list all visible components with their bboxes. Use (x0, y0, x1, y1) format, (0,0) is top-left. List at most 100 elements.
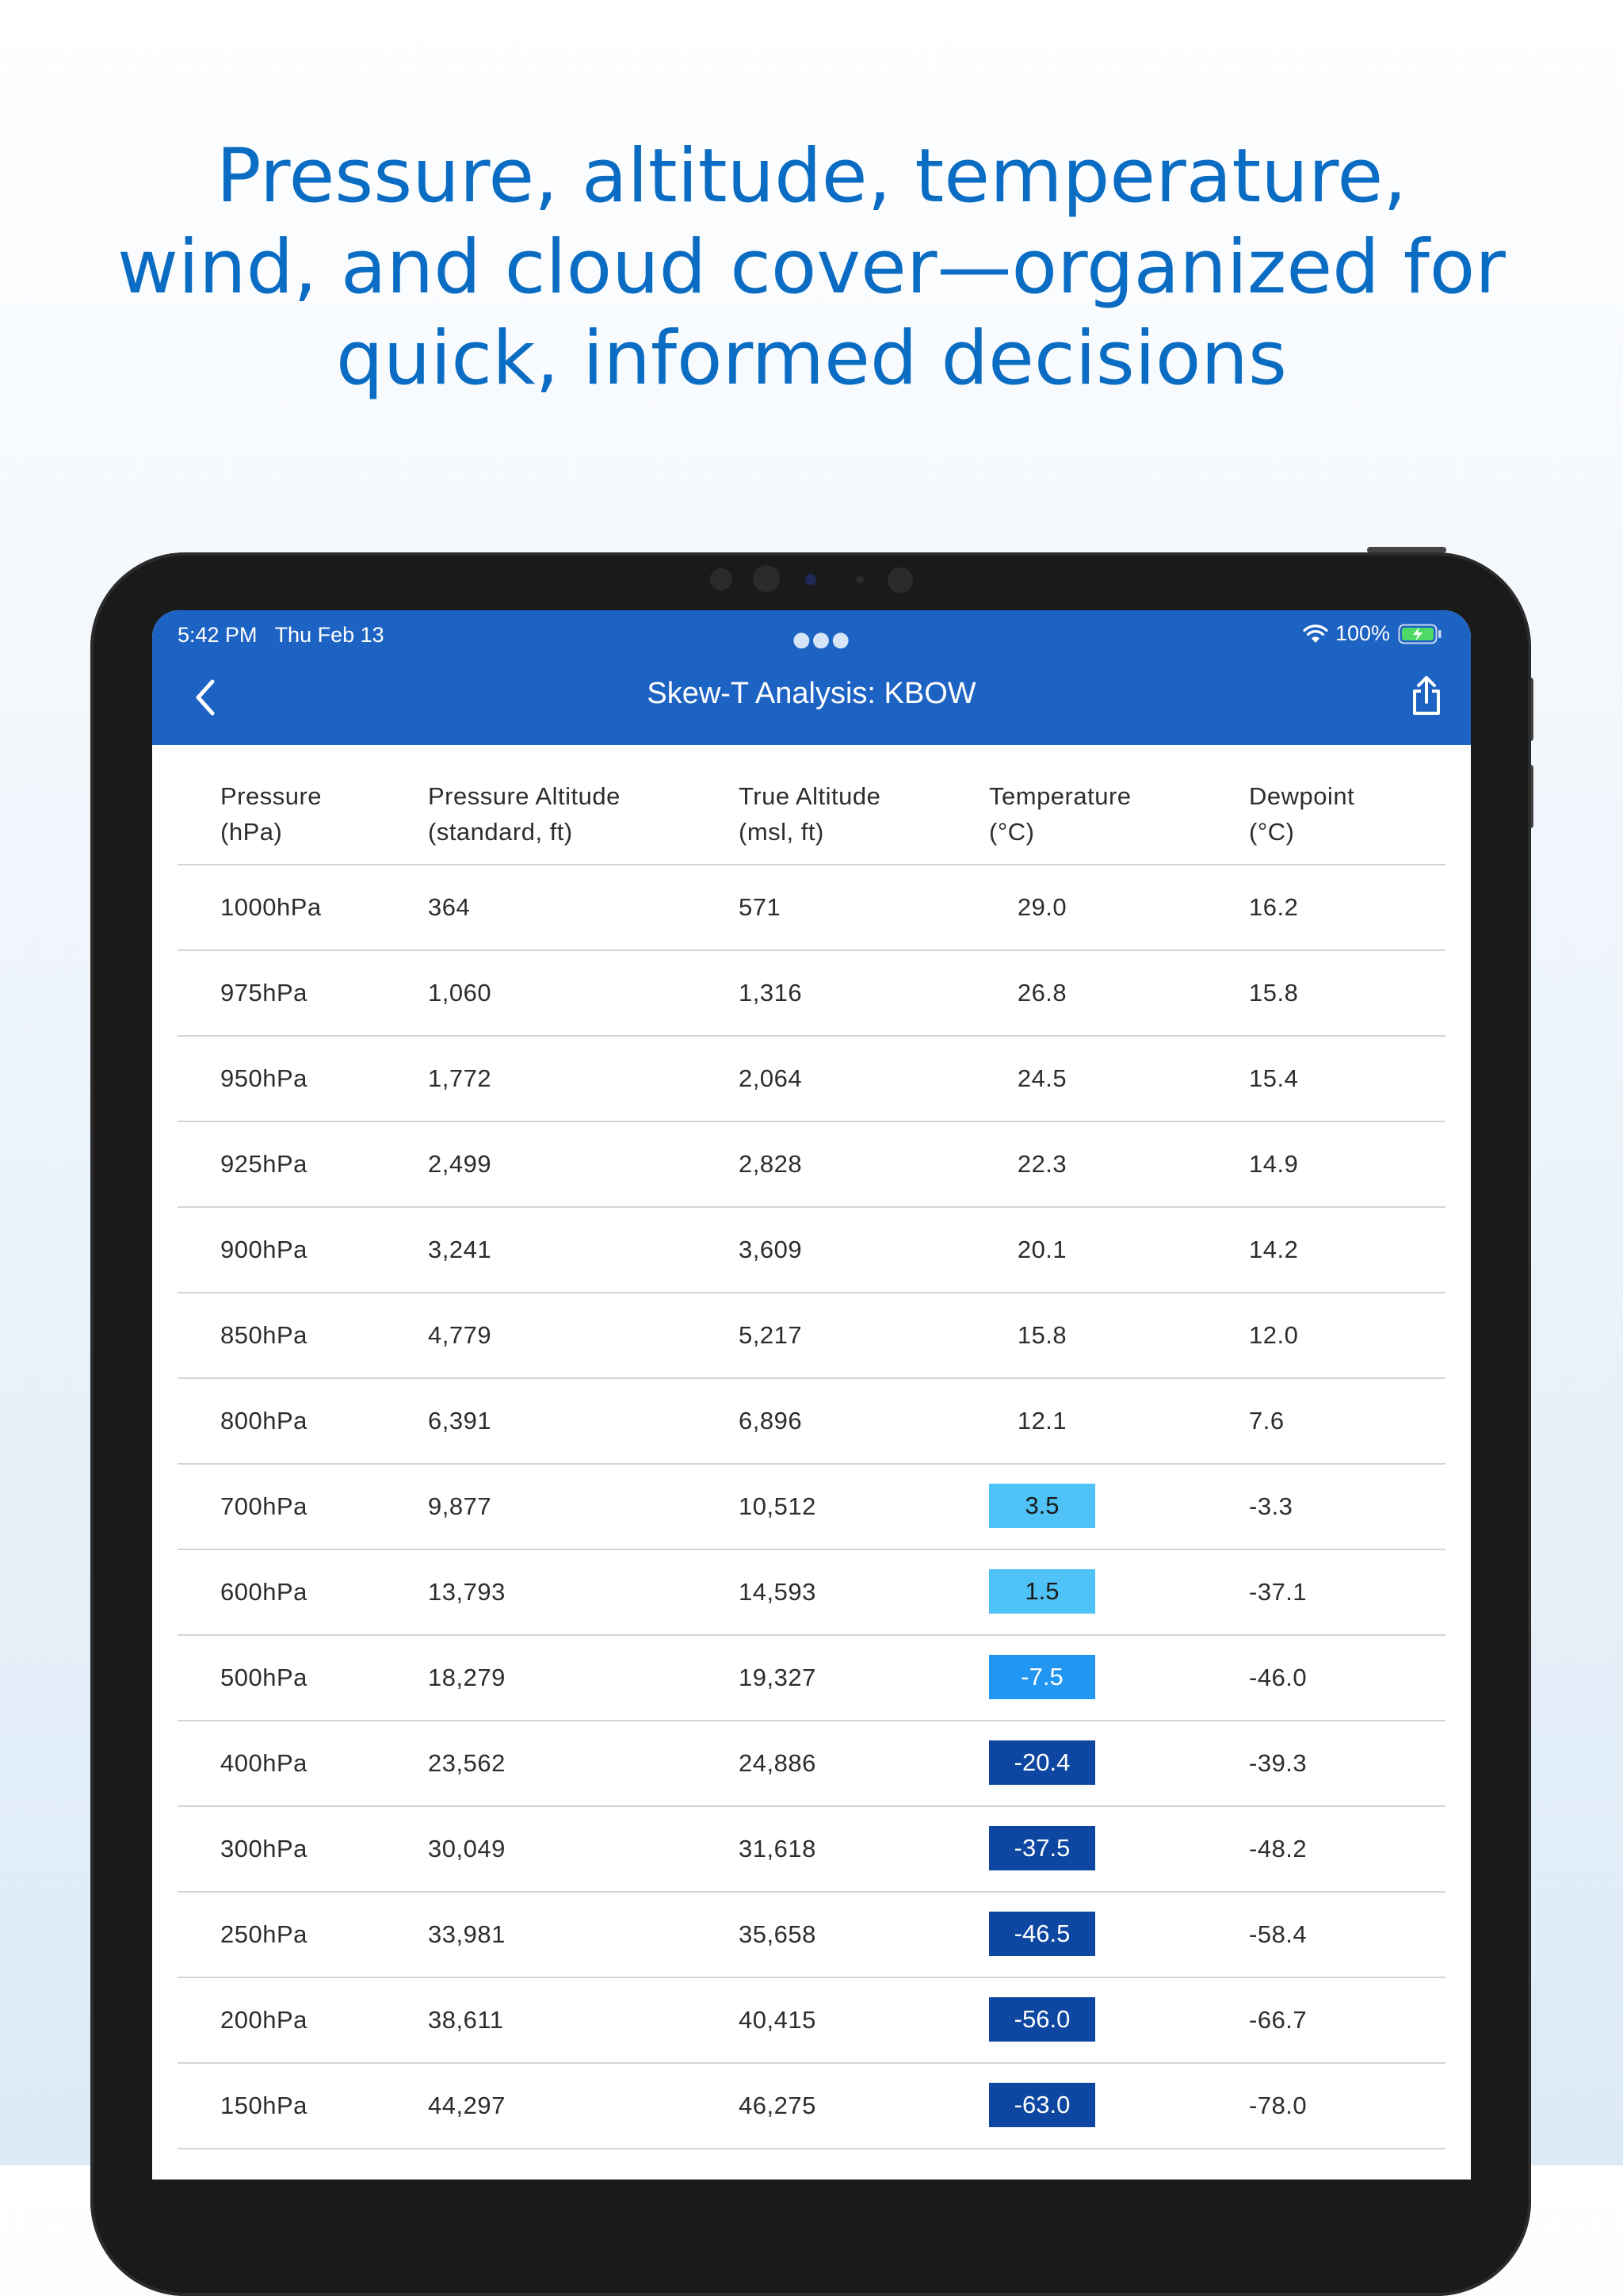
cell-pressure-altitude: 1,060 (428, 979, 492, 1007)
cell-pressure: 800hPa (220, 1407, 307, 1435)
cell-true-altitude: 19,327 (739, 1664, 816, 1691)
cell-dewpoint: 7.6 (1249, 1407, 1285, 1435)
camera-sensor-1 (710, 568, 732, 590)
multitasking-dots-icon[interactable]: ●●● (792, 628, 851, 651)
cell-pressure: 400hPa (220, 1749, 307, 1777)
cell-temperature: 12.1 (1017, 1407, 1067, 1435)
cell-dewpoint: -48.2 (1249, 1835, 1308, 1862)
table-row: 900hPa 3,241 3,609 20.1 14.2 (178, 1208, 1445, 1293)
cell-true-altitude: 14,593 (739, 1578, 816, 1606)
cell-temperature: 26.8 (1017, 979, 1067, 1007)
cell-pressure: 250hPa (220, 1920, 307, 1948)
header-true-altitude: True Altitude (msl, ft) (739, 782, 881, 846)
header-dewpoint: Dewpoint (°C) (1249, 782, 1355, 846)
cell-pressure-altitude: 3,241 (428, 1236, 492, 1263)
cell-dewpoint: -46.0 (1249, 1664, 1308, 1691)
cell-temperature: -7.5 (989, 1655, 1095, 1699)
status-bar-left: 5:42 PM Thu Feb 13 (178, 623, 384, 648)
headline-line-3: quick, informed decisions (336, 315, 1287, 402)
tablet-screen: 5:42 PM Thu Feb 13 ●●● 100% Skew-T Analys… (152, 610, 1471, 2179)
cell-pressure-altitude: 33,981 (428, 1920, 506, 1948)
cell-pressure-altitude: 364 (428, 893, 471, 921)
cell-pressure-altitude: 18,279 (428, 1664, 506, 1691)
header-pressure-altitude: Pressure Altitude (standard, ft) (428, 782, 621, 846)
table-row: 600hPa 13,793 14,593 1.5 -37.1 (178, 1550, 1445, 1636)
camera-lens (805, 574, 816, 585)
table-row: 200hPa 38,611 40,415 -56.0 -66.7 (178, 1978, 1445, 2064)
cell-pressure-altitude: 2,499 (428, 1150, 492, 1178)
cell-dewpoint: -66.7 (1249, 2006, 1308, 2034)
cell-dewpoint: -3.3 (1249, 1492, 1293, 1520)
cell-pressure-altitude: 4,779 (428, 1321, 492, 1349)
table-row: 150hPa 44,297 46,275 -63.0 -78.0 (178, 2064, 1445, 2149)
cell-true-altitude: 24,886 (739, 1749, 816, 1777)
table-row: 1000hPa 364 571 29.0 16.2 (178, 865, 1445, 951)
table-row: 925hPa 2,499 2,828 22.3 14.9 (178, 1122, 1445, 1208)
cell-pressure: 500hPa (220, 1664, 307, 1691)
cell-true-altitude: 40,415 (739, 2006, 816, 2034)
cell-temperature: 24.5 (1017, 1064, 1067, 1092)
table-row: 850hPa 4,779 5,217 15.8 12.0 (178, 1293, 1445, 1379)
cell-pressure: 950hPa (220, 1064, 307, 1092)
table-header: Pressure (hPa) Pressure Altitude (standa… (178, 745, 1445, 865)
cell-temperature: 15.8 (1017, 1321, 1067, 1349)
cell-true-altitude: 3,609 (739, 1236, 803, 1263)
battery-charging-icon (1398, 624, 1442, 644)
skew-t-table: Pressure (hPa) Pressure Altitude (standa… (178, 745, 1445, 2149)
cell-temperature: 22.3 (1017, 1150, 1067, 1178)
headline-line-1: Pressure, altitude, temperature, (216, 133, 1407, 220)
cell-dewpoint: 15.4 (1249, 1064, 1299, 1092)
table-row: 400hPa 23,562 24,886 -20.4 -39.3 (178, 1721, 1445, 1807)
table-row: 800hPa 6,391 6,896 12.1 7.6 (178, 1379, 1445, 1465)
cell-pressure: 150hPa (220, 2092, 307, 2119)
cell-true-altitude: 6,896 (739, 1407, 803, 1435)
cell-temperature: 29.0 (1017, 893, 1067, 921)
app-bar: 5:42 PM Thu Feb 13 ●●● 100% Skew-T Analys… (152, 610, 1471, 745)
page-title: Skew-T Analysis: KBOW (647, 677, 976, 710)
cell-pressure-altitude: 9,877 (428, 1492, 492, 1520)
cell-true-altitude: 10,512 (739, 1492, 816, 1520)
cell-temperature: -20.4 (989, 1740, 1095, 1785)
cell-dewpoint: 12.0 (1249, 1321, 1299, 1349)
headline-line-2: wind, and cloud cover—organized for (117, 224, 1506, 311)
cell-dewpoint: 14.9 (1249, 1150, 1299, 1178)
cell-true-altitude: 46,275 (739, 2092, 816, 2119)
cell-pressure-altitude: 1,772 (428, 1064, 492, 1092)
cell-dewpoint: 14.2 (1249, 1236, 1299, 1263)
cell-pressure-altitude: 38,611 (428, 2006, 504, 2034)
cell-pressure: 600hPa (220, 1578, 307, 1606)
cell-pressure-altitude: 6,391 (428, 1407, 492, 1435)
cell-true-altitude: 31,618 (739, 1835, 816, 1862)
cell-pressure: 850hPa (220, 1321, 307, 1349)
cell-dewpoint: 16.2 (1249, 893, 1299, 921)
cell-temperature: 1.5 (989, 1569, 1095, 1614)
cell-pressure-altitude: 44,297 (428, 2092, 506, 2119)
cell-pressure-altitude: 30,049 (428, 1835, 506, 1862)
cell-true-altitude: 2,828 (739, 1150, 803, 1178)
cell-pressure: 700hPa (220, 1492, 307, 1520)
cell-temperature: -63.0 (989, 2083, 1095, 2127)
cell-true-altitude: 571 (739, 893, 781, 921)
table-row: 250hPa 33,981 35,658 -46.5 -58.4 (178, 1893, 1445, 1978)
cell-true-altitude: 2,064 (739, 1064, 803, 1092)
cell-dewpoint: -58.4 (1249, 1920, 1308, 1948)
cell-pressure: 925hPa (220, 1150, 307, 1178)
marketing-headline: Pressure, altitude, temperature, wind, a… (0, 131, 1623, 404)
table-row: 300hPa 30,049 31,618 -37.5 -48.2 (178, 1807, 1445, 1893)
share-button[interactable] (1403, 670, 1450, 721)
status-bar-right: 100% (1302, 621, 1442, 646)
cell-dewpoint: 15.8 (1249, 979, 1299, 1007)
camera-sensor-4 (888, 567, 913, 593)
cell-dewpoint: -78.0 (1249, 2092, 1308, 2119)
cell-pressure: 975hPa (220, 979, 307, 1007)
cell-pressure: 900hPa (220, 1236, 307, 1263)
table-row: 950hPa 1,772 2,064 24.5 15.4 (178, 1037, 1445, 1122)
cell-temperature: 3.5 (989, 1484, 1095, 1528)
wifi-icon (1303, 624, 1328, 643)
table-row: 500hPa 18,279 19,327 -7.5 -46.0 (178, 1636, 1445, 1721)
battery-percent: 100% (1335, 621, 1390, 645)
cell-true-altitude: 35,658 (739, 1920, 816, 1948)
cell-temperature: -37.5 (989, 1826, 1095, 1870)
table-row: 700hPa 9,877 10,512 3.5 -3.3 (178, 1465, 1445, 1550)
camera-sensor-2 (753, 565, 780, 592)
